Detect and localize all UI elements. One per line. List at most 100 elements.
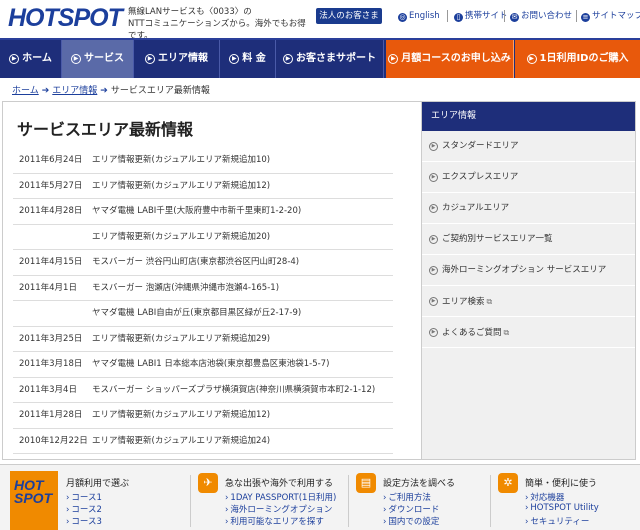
news-text: エリア情報更新(カジュアルエリア新規追加24) [92, 435, 271, 446]
arrow-icon: ▶ [429, 328, 438, 337]
main-content: サービスエリア最新情報 2011年6月24日 エリア情報更新(カジュアルエリア新規… [2, 101, 422, 460]
news-row[interactable]: 2011年3月18日 ヤマダ電機 LABI1 日本総本店池袋(東京都豊島区東池袋1… [13, 352, 393, 378]
news-text: エリア情報更新(カジュアルエリア新規追加12) [92, 180, 271, 191]
footer-col-travel: ✈ 急な出張や海外で利用する › 1DAY PASSPORT(1日利用) › 海外ロ… [198, 473, 346, 530]
footer-link[interactable]: › セキュリティー [525, 515, 589, 527]
nav-monthly-signup[interactable]: ▶ 月額コースのお申し込み [386, 40, 514, 78]
footer-link[interactable]: › 海外ローミングオプション [225, 503, 332, 515]
nav-home[interactable]: ▶ ホーム [0, 40, 62, 78]
mobile-site-link[interactable]: ▯ 携帯サイト [454, 10, 508, 22]
chevron-right-icon: › [525, 493, 529, 503]
footer-divider [348, 475, 349, 527]
global-nav: ▶ ホーム ▶ サービス ▶ エリア情報 ▶ 料 金 ▶ お客さまサポート ▶ 月額コースの… [0, 38, 640, 78]
news-date: 2011年3月4日 [19, 384, 77, 395]
footer-heading: 急な出張や海外で利用する [225, 479, 334, 489]
chevron-right-icon: › [225, 505, 229, 515]
arrow-icon: ▶ [429, 266, 438, 275]
arrow-icon: ▶ [229, 54, 240, 64]
header-divider [504, 10, 505, 22]
globe-icon: ◎ [398, 13, 407, 22]
breadcrumb-arrow-icon: ➔ [100, 86, 108, 96]
sitemap-link[interactable]: ≡ サイトマップ [581, 10, 640, 22]
english-link[interactable]: ◎ English [398, 10, 440, 22]
page-title: サービスエリア最新情報 [17, 120, 194, 139]
nav-support[interactable]: ▶ お客さまサポート [276, 40, 384, 78]
chevron-right-icon: › [66, 505, 70, 515]
news-text: エリア情報更新(カジュアルエリア新規追加29) [92, 333, 271, 344]
airplane-icon: ✈ [198, 473, 218, 493]
footer-link[interactable]: › 国内での設定 [383, 515, 439, 527]
header-divider [447, 10, 448, 22]
header-divider [576, 10, 577, 22]
footer-link[interactable]: › HOTSPOT Utility [525, 503, 599, 513]
news-text: ヤマダ電機 LABI千里(大阪府豊中市新千里東町1-2-20) [92, 206, 302, 216]
chevron-right-icon: › [66, 493, 70, 503]
sidebar-item-faq[interactable]: ▶ よくあるご質問 ⧉ [422, 317, 635, 348]
footer-heading: 月額利用で選ぶ [66, 479, 130, 489]
news-list: 2011年6月24日 エリア情報更新(カジュアルエリア新規追加10) 2011年5… [13, 148, 393, 454]
news-row[interactable]: 2011年1月28日 エリア情報更新(カジュアルエリア新規追加12) [13, 403, 393, 429]
footer-col-setup: ▤ 設定方法を調べる › ご利用方法 › ダウンロード › 国内での設定 [356, 473, 504, 530]
news-row[interactable]: 2011年4月1日 モスバーガー 泡瀬店(沖縄県沖縄市泡瀬4-165-1) [13, 276, 393, 301]
sidebar-item-express[interactable]: ▶ エクスプレスエリア [422, 162, 635, 193]
document-icon: ▤ [356, 473, 376, 493]
sidebar-item-standard[interactable]: ▶ スタンダードエリア [422, 131, 635, 162]
breadcrumb-area[interactable]: エリア情報 [52, 86, 97, 96]
nav-pricing[interactable]: ▶ 料 金 [220, 40, 276, 78]
footer-link[interactable]: › 利用可能なエリアを探す [225, 515, 324, 527]
contact-link[interactable]: ✉ お問い合わせ [510, 10, 572, 22]
arrow-icon: ▶ [388, 54, 399, 64]
news-row[interactable]: 2011年4月28日 ヤマダ電機 LABI千里(大阪府豊中市新千里東町1-2-20… [13, 199, 393, 225]
news-row[interactable]: 2011年5月27日 エリア情報更新(カジュアルエリア新規追加12) [13, 174, 393, 199]
footer-link[interactable]: › コース2 [66, 503, 102, 515]
nav-area-info[interactable]: ▶ エリア情報 [134, 40, 220, 78]
arrow-icon: ▶ [429, 297, 438, 306]
hotspot-logo[interactable]: HOTSPOT [8, 4, 123, 32]
footer-link[interactable]: › コース1 [66, 491, 102, 503]
arrow-icon: ▶ [9, 54, 20, 64]
news-row[interactable]: 2011年3月25日 エリア情報更新(カジュアルエリア新規追加29) [13, 327, 393, 352]
chevron-right-icon: › [66, 517, 70, 527]
footer-link[interactable]: › 対応機器 [525, 491, 564, 503]
breadcrumb-current: サービスエリア最新情報 [110, 86, 210, 96]
sidebar-item-roaming[interactable]: ▶ 海外ローミングオプション サービスエリア [422, 255, 635, 286]
mobile-icon: ▯ [454, 13, 463, 22]
sitemap-icon: ≡ [581, 13, 590, 22]
sidebar-item-casual[interactable]: ▶ カジュアルエリア [422, 193, 635, 224]
news-row[interactable]: 2010年12月22日 エリア情報更新(カジュアルエリア新規追加24) [13, 429, 393, 454]
footer-logo[interactable]: HOT SPOT [10, 471, 58, 530]
footer-link[interactable]: › ご利用方法 [383, 491, 431, 503]
nav-service[interactable]: ▶ サービス [62, 40, 134, 78]
footer-divider [490, 475, 491, 527]
footer-col-monthly: 月額利用で選ぶ › コース1 › コース2 › コース3 [66, 473, 214, 530]
external-window-icon: ⧉ [503, 328, 510, 337]
footer-link[interactable]: › ダウンロード [383, 503, 439, 515]
footer-logo-text: HOT SPOT [14, 477, 53, 506]
news-text: ヤマダ電機 LABI自由が丘(東京都目黒区緑が丘2-17-9) [92, 308, 302, 318]
corporate-button[interactable]: 法人のお客さま [316, 8, 382, 24]
breadcrumb-home[interactable]: ホーム [12, 86, 39, 96]
news-date: 2011年4月28日 [19, 206, 83, 216]
nav-daily-id[interactable]: ▶ 1日利用IDのご購入 [515, 40, 640, 78]
footer-divider [190, 475, 191, 527]
news-date: 2011年6月24日 [19, 155, 83, 165]
sidebar-item-contract-list[interactable]: ▶ ご契約別サービスエリア一覧 [422, 224, 635, 255]
footer-col-convenience: ✲ 簡単・便利に使う › 対応機器 › HOTSPOT Utility › セキュリテ… [498, 473, 636, 530]
news-row[interactable]: 2011年6月24日 エリア情報更新(カジュアルエリア新規追加10) [13, 148, 393, 174]
news-date: 2011年3月25日 [19, 333, 83, 344]
footer-link[interactable]: › コース3 [66, 515, 102, 527]
news-text: ヤマダ電機 LABI1 日本総本店池袋(東京都豊島区東池袋1-5-7) [92, 359, 330, 369]
sidebar-item-area-search[interactable]: ▶ エリア検索 ⧉ [422, 286, 635, 317]
gear-icon: ✲ [498, 473, 518, 493]
news-date: 2011年1月28日 [19, 410, 83, 420]
news-text: エリア情報更新(カジュアルエリア新規追加10) [92, 155, 271, 165]
news-date: 2011年3月18日 [19, 359, 83, 369]
news-row[interactable]: ヤマダ電機 LABI自由が丘(東京都目黒区緑が丘2-17-9) [13, 301, 393, 327]
news-row[interactable]: エリア情報更新(カジュアルエリア新規追加20) [13, 225, 393, 250]
arrow-icon: ▶ [429, 235, 438, 244]
footer-link[interactable]: › 1DAY PASSPORT(1日利用) [225, 491, 336, 503]
arrow-icon: ▶ [429, 173, 438, 182]
external-window-icon: ⧉ [486, 297, 493, 306]
news-row[interactable]: 2011年4月15日 モスバーガー 渋谷円山町店(東京都渋谷区円山町28-4) [13, 250, 393, 276]
news-row[interactable]: 2011年3月4日 モスバーガー ショッパーズプラザ横須賀店(神奈川県横須賀市本町… [13, 378, 393, 403]
